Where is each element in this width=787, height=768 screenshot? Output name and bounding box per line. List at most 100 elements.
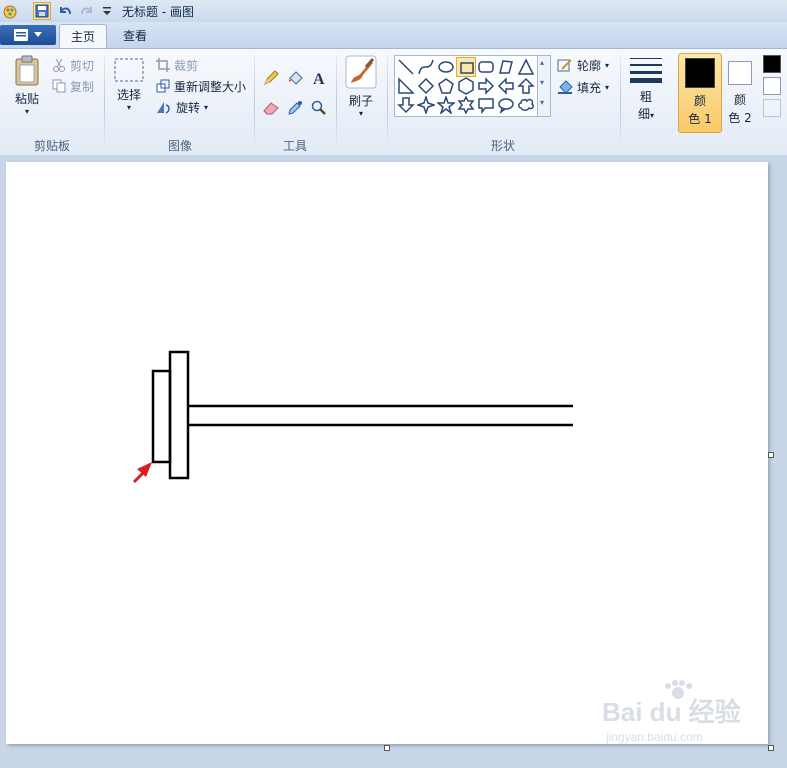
fill-icon[interactable] bbox=[284, 67, 306, 89]
shapes-group-label: 形状 bbox=[490, 139, 515, 153]
drawing bbox=[132, 350, 573, 484]
crop-button[interactable]: 裁剪 bbox=[156, 56, 198, 74]
color1-label-line2: 色 1 bbox=[688, 112, 712, 126]
watermark-url: jingyan.baidu.com bbox=[606, 730, 703, 744]
watermark-main-text: Bai du 经验 bbox=[602, 697, 741, 727]
color1-button[interactable]: 颜 色 1 bbox=[678, 53, 722, 133]
select-button[interactable]: 选择 ▾ bbox=[112, 57, 146, 112]
oval-callout-shape-icon[interactable] bbox=[497, 96, 515, 114]
four-point-star-shape-icon[interactable] bbox=[417, 96, 435, 114]
image-group-label: 图像 bbox=[167, 139, 192, 153]
customize-toolbar-icon[interactable] bbox=[98, 2, 116, 20]
resize-icon bbox=[156, 79, 170, 93]
menu-icon bbox=[14, 29, 28, 41]
save-icon[interactable] bbox=[33, 2, 51, 20]
paint-app-icon[interactable] bbox=[1, 2, 19, 20]
red-arrow-icon bbox=[132, 462, 152, 484]
cloud-callout-shape-icon[interactable] bbox=[517, 96, 535, 114]
rectangle-shape-icon[interactable] bbox=[456, 57, 476, 77]
group-separator bbox=[387, 55, 388, 151]
tools-group-label: 工具 bbox=[282, 139, 307, 153]
line-shape-icon[interactable] bbox=[397, 58, 415, 76]
drawing-canvas[interactable] bbox=[6, 162, 768, 744]
shapes-gallery-scroll[interactable]: ▴ ▾ ▾ bbox=[537, 55, 551, 117]
palette-color-empty[interactable] bbox=[763, 99, 781, 117]
pentagon-shape-icon[interactable] bbox=[437, 77, 455, 95]
scroll-up-icon[interactable]: ▴ bbox=[540, 58, 544, 67]
magnifier-icon[interactable] bbox=[308, 97, 330, 119]
fill-dropdown-icon[interactable]: ▾ bbox=[605, 83, 609, 92]
fill-button[interactable]: 填充 ▾ bbox=[557, 78, 609, 96]
six-point-star-shape-icon[interactable] bbox=[457, 96, 475, 114]
small-plate-rectangle bbox=[151, 369, 172, 464]
curve-shape-icon[interactable] bbox=[417, 58, 435, 76]
outline-label: 轮廓 bbox=[577, 58, 602, 73]
paste-button[interactable]: 粘贴 ▾ bbox=[10, 55, 44, 116]
down-arrow-shape-icon[interactable] bbox=[397, 96, 415, 114]
resize-button[interactable]: 重新调整大小 bbox=[156, 77, 246, 95]
tab-view[interactable]: 查看 bbox=[112, 24, 158, 48]
group-separator bbox=[104, 55, 105, 151]
text-icon[interactable]: A bbox=[308, 67, 330, 89]
rounded-rectangle-shape-icon[interactable] bbox=[477, 58, 495, 76]
color1-swatch bbox=[685, 58, 715, 88]
copy-label: 复制 bbox=[70, 79, 95, 94]
paste-label: 粘贴 bbox=[14, 92, 39, 106]
copy-button[interactable]: 复制 bbox=[52, 77, 94, 95]
polygon-shape-icon[interactable] bbox=[497, 58, 515, 76]
select-icon bbox=[114, 58, 144, 82]
five-point-star-shape-icon[interactable] bbox=[437, 96, 455, 114]
triangle-shape-icon[interactable] bbox=[517, 58, 535, 76]
app-menu-button[interactable] bbox=[0, 25, 56, 45]
redo-icon[interactable] bbox=[78, 2, 96, 20]
rotate-icon bbox=[157, 102, 170, 114]
ribbon: 粘贴 ▾ 剪切 复制 剪贴板 选择 ▾ 裁剪 重新调整大小 旋转 ▾ 图像 A bbox=[0, 48, 787, 156]
select-label: 选择 bbox=[116, 88, 141, 102]
brush-icon bbox=[345, 55, 377, 89]
select-dropdown-icon[interactable]: ▾ bbox=[112, 103, 146, 112]
outline-button[interactable]: 轮廓 ▾ bbox=[557, 56, 609, 74]
tab-home[interactable]: 主页 bbox=[59, 24, 107, 49]
group-separator bbox=[620, 55, 621, 151]
group-separator bbox=[336, 55, 337, 151]
right-arrow-shape-icon[interactable] bbox=[477, 77, 495, 95]
color2-label-line2: 色 2 bbox=[728, 111, 752, 125]
canvas-area bbox=[0, 155, 787, 768]
paste-dropdown-icon[interactable]: ▾ bbox=[10, 107, 44, 116]
rotate-label: 旋转 bbox=[176, 100, 201, 115]
undo-icon[interactable] bbox=[56, 2, 74, 20]
outline-dropdown-icon[interactable]: ▾ bbox=[605, 61, 609, 70]
left-arrow-shape-icon[interactable] bbox=[497, 77, 515, 95]
brushes-label: 刷子 bbox=[348, 94, 373, 108]
pencil-icon[interactable] bbox=[260, 67, 282, 89]
gallery-expand-icon[interactable]: ▾ bbox=[540, 98, 544, 107]
rect-callout-shape-icon[interactable] bbox=[477, 96, 495, 114]
right-triangle-shape-icon[interactable] bbox=[397, 77, 415, 95]
cut-button[interactable]: 剪切 bbox=[52, 56, 94, 74]
palette-color-white[interactable] bbox=[763, 77, 781, 95]
resize-label: 重新调整大小 bbox=[174, 79, 247, 94]
diamond-shape-icon[interactable] bbox=[417, 77, 435, 95]
palette-color-black[interactable] bbox=[763, 55, 781, 73]
hexagon-shape-icon[interactable] bbox=[457, 77, 475, 95]
size-button[interactable]: 粗 细▾ bbox=[628, 55, 664, 122]
line-width-icon bbox=[630, 58, 662, 83]
window-title: 无标题 - 画图 bbox=[122, 5, 194, 19]
color2-button[interactable]: 颜 色 2 bbox=[722, 53, 760, 131]
color2-swatch bbox=[728, 61, 752, 85]
eraser-icon[interactable] bbox=[260, 97, 282, 119]
watermark: Bai du 经验 jingyan.baidu.com bbox=[600, 680, 770, 750]
brushes-dropdown-icon[interactable]: ▾ bbox=[344, 109, 378, 118]
brushes-button[interactable]: 刷子 ▾ bbox=[344, 55, 378, 118]
svg-text:A: A bbox=[313, 71, 325, 86]
fill-bucket-icon bbox=[558, 80, 573, 94]
resize-handle-right[interactable] bbox=[768, 452, 774, 458]
resize-handle-bottom[interactable] bbox=[384, 745, 390, 751]
oval-shape-icon[interactable] bbox=[437, 58, 455, 76]
rotate-dropdown-icon[interactable]: ▾ bbox=[204, 103, 208, 112]
size-dropdown-icon[interactable]: ▾ bbox=[650, 111, 654, 120]
rotate-button[interactable]: 旋转 ▾ bbox=[156, 98, 208, 116]
up-arrow-shape-icon[interactable] bbox=[517, 77, 535, 95]
scroll-down-icon[interactable]: ▾ bbox=[540, 78, 544, 87]
color-picker-icon[interactable] bbox=[284, 97, 306, 119]
